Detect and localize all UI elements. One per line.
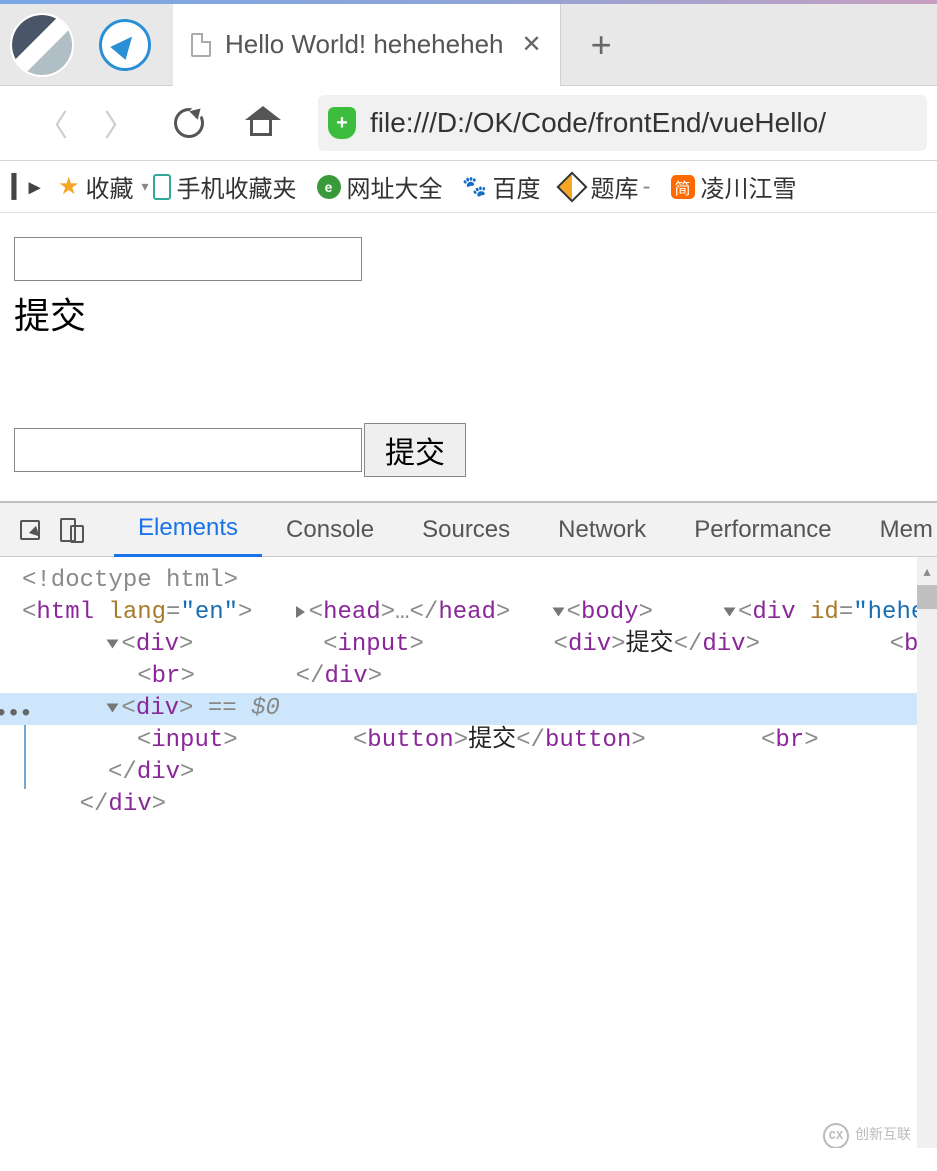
collapse-icon[interactable]	[552, 607, 564, 616]
nav-bar: 〈 〉 + file:///D:/OK/Code/frontEnd/vueHel…	[0, 86, 937, 160]
dom-line: </div>	[36, 759, 194, 786]
dom-line: <div id="heheApp" data-v-app>	[667, 599, 937, 626]
dom-line: <!doctype html>	[22, 567, 238, 594]
url-text: file:///D:/OK/Code/frontEnd/vueHello/	[370, 107, 826, 139]
text-input-1[interactable]	[14, 237, 362, 281]
bookmark-mobile[interactable]: 手机收藏夹	[153, 169, 297, 204]
new-tab-button[interactable]: +	[591, 24, 612, 66]
shield-icon: +	[328, 107, 356, 139]
address-bar[interactable]: + file:///D:/OK/Code/frontEnd/vueHello/	[318, 95, 927, 151]
phone-icon	[153, 174, 171, 200]
compass-icon[interactable]	[99, 19, 151, 71]
bookmark-label: 收藏	[85, 169, 133, 204]
bookmarks-bar: ▎▸ ★ 收藏 ▾ 手机收藏夹 e 网址大全 🐾 百度 题库 - 简 凌川江雪	[0, 161, 937, 213]
360-icon: e	[317, 175, 341, 199]
dom-line: <div>	[22, 631, 193, 658]
devtools-panel: Elements Console Sources Network Perform…	[0, 501, 937, 1148]
devtools-tabbar: Elements Console Sources Network Perform…	[0, 503, 937, 557]
device-toggle-icon[interactable]	[60, 517, 76, 543]
text-input-2[interactable]	[14, 428, 362, 472]
close-icon[interactable]: ✕	[521, 30, 541, 59]
tiku-icon	[556, 171, 587, 202]
browser-tab-bar: Hello World! heheheheh ✕ +	[0, 4, 937, 86]
dom-line: <div>提交</div>	[438, 631, 760, 658]
bookmark-tiku[interactable]: 题库 -	[561, 169, 651, 204]
star-icon: ★	[58, 172, 80, 201]
separator: -	[643, 173, 651, 201]
submit-button[interactable]: 提交	[364, 423, 466, 477]
elements-dom-tree[interactable]: <!doctype html> <html lang="en"> <head>……	[0, 557, 937, 1148]
tab-console[interactable]: Console	[262, 503, 398, 557]
bookmark-lingchuan[interactable]: 简 凌川江雪	[671, 169, 797, 204]
dom-line: <head>…</head>	[267, 599, 510, 626]
sidebar-toggle-icon[interactable]: ▎▸	[12, 174, 40, 200]
bookmark-favorites[interactable]: ★ 收藏	[58, 169, 134, 204]
bookmark-label: 凌川江雪	[701, 169, 797, 204]
dom-line: <br>	[660, 727, 818, 754]
expand-icon[interactable]	[296, 606, 305, 618]
form-row-1	[14, 237, 923, 281]
dom-line: <button>提交</button>	[252, 727, 646, 754]
tab-title: Hello World! heheheheh	[225, 29, 503, 60]
bookmark-label: 手机收藏夹	[177, 169, 297, 204]
dom-line-selected[interactable]: ••• <div> == $0	[0, 693, 937, 725]
nav-bar-container: 〈 〉 + file:///D:/OK/Code/frontEnd/vueHel…	[0, 86, 937, 161]
home-icon[interactable]	[248, 108, 278, 138]
tab-elements[interactable]: Elements	[114, 503, 262, 557]
scrollbar[interactable]: ▴	[917, 557, 937, 1148]
file-icon	[191, 33, 211, 57]
dom-line: <input>	[36, 727, 238, 754]
watermark: CX 创新互联	[823, 1120, 911, 1148]
dom-children-guide: <input> <button>提交</button> <br> <br> </…	[24, 725, 937, 789]
reload-icon[interactable]	[174, 108, 204, 138]
tab-sources[interactable]: Sources	[398, 503, 534, 557]
user-avatar[interactable]	[10, 13, 74, 77]
back-button[interactable]: 〈	[38, 101, 68, 145]
inspect-icon[interactable]	[20, 517, 40, 543]
bookmark-urlall[interactable]: e 网址大全	[317, 169, 443, 204]
dom-line: <br>	[774, 631, 937, 658]
dom-line: </div>	[209, 663, 382, 690]
dom-line: </div>	[22, 791, 166, 818]
collapse-icon[interactable]	[723, 607, 735, 616]
forward-button[interactable]: 〉	[104, 101, 134, 145]
tab-network[interactable]: Network	[534, 503, 670, 557]
dom-line: <br>	[22, 663, 195, 690]
more-icon[interactable]: •••	[0, 699, 31, 731]
submit-text-label: 提交	[14, 287, 923, 339]
chevron-down-icon[interactable]: ▾	[141, 178, 148, 195]
scroll-thumb[interactable]	[917, 585, 937, 609]
bookmark-baidu[interactable]: 🐾 百度	[463, 169, 541, 204]
dom-line: <html lang="en">	[22, 599, 252, 626]
form-row-2: 提交	[14, 423, 923, 477]
page-body: 提交 提交	[0, 213, 937, 501]
watermark-logo: CX	[823, 1123, 849, 1148]
baidu-icon: 🐾	[463, 175, 487, 199]
tab-performance[interactable]: Performance	[670, 503, 855, 557]
bookmark-label: 网址大全	[347, 169, 443, 204]
bookmark-label: 题库	[591, 169, 639, 204]
watermark-text: 创新互联	[855, 1120, 911, 1148]
collapse-icon[interactable]	[107, 703, 119, 712]
jian-icon: 简	[671, 175, 695, 199]
dom-line: <input>	[208, 631, 424, 658]
collapse-icon[interactable]	[107, 639, 119, 648]
dom-line: <body>	[525, 599, 653, 626]
bookmark-label: 百度	[493, 169, 541, 204]
tab-memory[interactable]: Mem	[856, 503, 937, 557]
browser-tab-active[interactable]: Hello World! heheheheh ✕	[173, 4, 561, 86]
